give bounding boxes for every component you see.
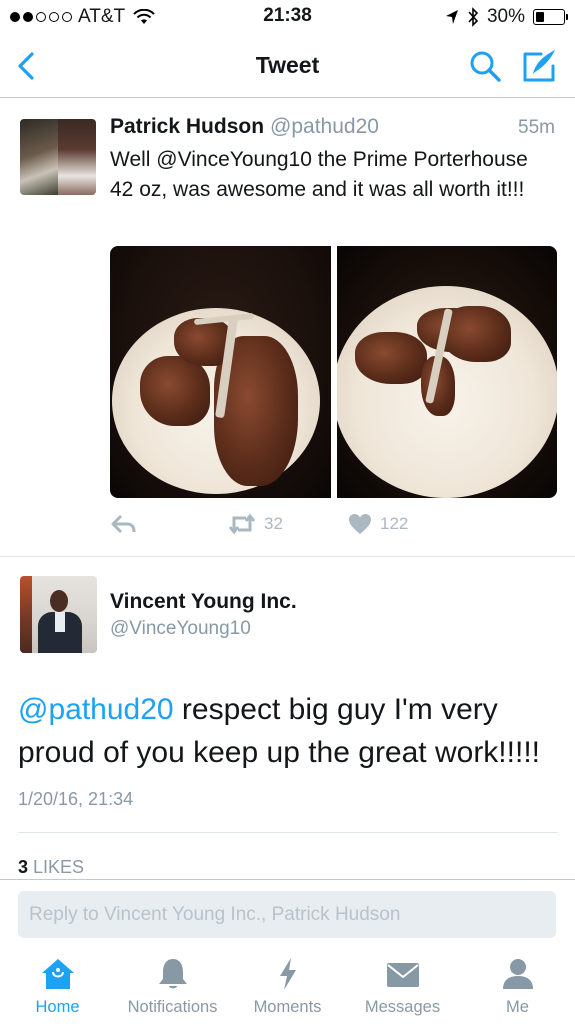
person-icon [502, 959, 533, 989]
likes-label: LIKES [33, 857, 85, 877]
tab-home[interactable]: Home [0, 956, 115, 1017]
reply-input[interactable] [18, 891, 556, 938]
tweet-author[interactable]: Patrick Hudson @pathud20 [110, 115, 379, 139]
author-handle: @pathud20 [270, 115, 379, 138]
battery-icon [533, 9, 568, 25]
compose-icon[interactable] [521, 46, 559, 84]
mention-link[interactable]: @pathud20 [18, 693, 174, 726]
tweet-card[interactable]: Patrick Hudson @pathud20 55m Well @VinceY… [0, 99, 575, 557]
heart-icon [349, 514, 371, 534]
tweet-media[interactable] [110, 246, 557, 498]
author-name[interactable]: Vincent Young Inc. [110, 590, 297, 614]
home-icon [41, 959, 74, 989]
steak-photo[interactable] [336, 246, 557, 498]
author-name: Patrick Hudson [110, 115, 265, 138]
avatar[interactable] [20, 576, 97, 653]
avatar[interactable] [20, 119, 96, 195]
reply-icon[interactable] [110, 513, 138, 535]
battery-percent: 30% [486, 6, 525, 27]
location-arrow-icon [445, 10, 458, 24]
tab-bar: Home Notifications Moments Messages Me [0, 948, 575, 1024]
status-right: 30% [445, 6, 568, 28]
divider [18, 832, 558, 833]
likes-summary[interactable]: 3 LIKES [18, 857, 84, 878]
retweet-icon [228, 513, 256, 535]
like-count: 122 [380, 514, 409, 533]
retweet-count: 32 [264, 514, 283, 533]
nav-bar: Tweet [0, 34, 575, 98]
retweet-button[interactable]: 32 [228, 513, 283, 535]
tab-notifications[interactable]: Notifications [115, 956, 230, 1017]
tweet-timestamp: 1/20/16, 21:34 [18, 789, 134, 809]
tab-label: Notifications [127, 998, 218, 1016]
author-handle[interactable]: @VinceYoung10 [110, 618, 251, 640]
tweet-text: Well @VinceYoung10 the Prime Porterhouse… [110, 148, 528, 201]
steak-photo[interactable] [110, 246, 331, 498]
tab-me[interactable]: Me [460, 956, 575, 1017]
tab-messages[interactable]: Messages [345, 956, 460, 1017]
tweet-actions: 32 122 [110, 513, 557, 543]
reply-bar [0, 879, 575, 947]
bell-icon [158, 959, 187, 989]
tweet-text: @pathud20 respect big guy I'm very proud… [18, 688, 558, 774]
envelope-icon [386, 963, 419, 987]
like-button[interactable]: 122 [348, 513, 408, 535]
tab-label: Me [506, 998, 529, 1016]
likes-count: 3 [18, 857, 29, 877]
tweet-timestamp: 55m [518, 117, 555, 138]
search-icon[interactable] [467, 48, 503, 84]
tab-label: Home [35, 998, 80, 1016]
tab-label: Moments [253, 998, 322, 1016]
tab-moments[interactable]: Moments [230, 956, 345, 1017]
tab-label: Messages [364, 998, 441, 1016]
lightning-icon [279, 958, 296, 990]
bluetooth-icon [468, 7, 479, 27]
status-bar: AT&T 21:38 30% [0, 0, 575, 34]
